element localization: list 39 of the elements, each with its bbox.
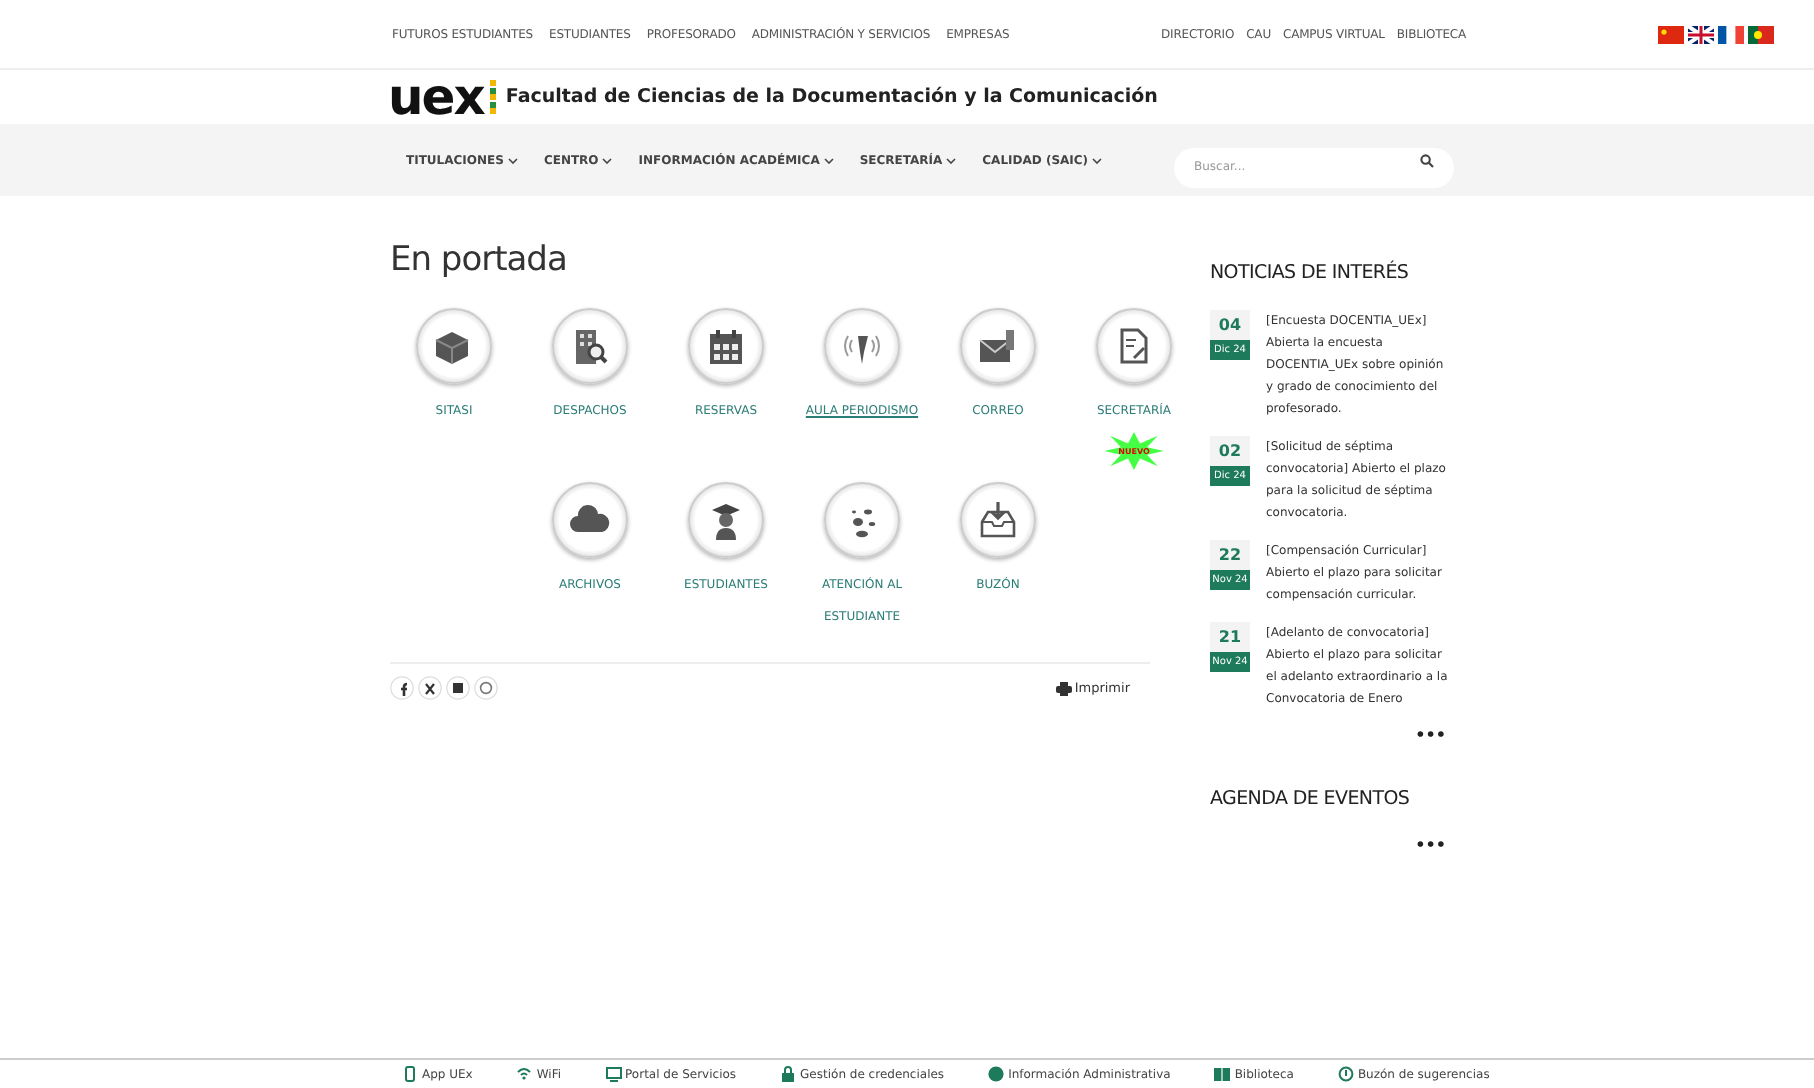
printer-icon (1056, 681, 1073, 695)
logo-text[interactable]: uex (388, 75, 484, 119)
more-link[interactable]: ••• (1210, 836, 1446, 854)
chevron-down-icon (507, 157, 518, 163)
flag-icon[interactable] (1688, 25, 1714, 43)
section-heading: En portada (390, 240, 569, 280)
shortcut-button[interactable] (688, 482, 764, 558)
shortcut-button[interactable] (688, 308, 764, 384)
book-icon (1214, 1066, 1231, 1082)
chevron-down-icon (602, 157, 613, 163)
shortcut-button[interactable] (824, 308, 900, 384)
chevron-down-icon (823, 157, 834, 163)
shortcut-button[interactable] (824, 482, 900, 558)
shortcut-button[interactable] (960, 308, 1036, 384)
chevron-down-icon (1092, 157, 1103, 163)
news-day: 04 (1210, 316, 1250, 334)
shortcut-button[interactable] (552, 482, 628, 558)
x-icon[interactable] (418, 676, 442, 700)
shortcut-button[interactable] (552, 308, 628, 384)
news-day: 22 (1210, 546, 1250, 564)
facebook-icon[interactable] (390, 676, 414, 700)
shortcut-button[interactable] (416, 308, 492, 384)
wifi-icon (516, 1066, 533, 1082)
shortcut-button[interactable] (960, 482, 1036, 558)
logo-stripe-icon (489, 80, 496, 114)
flag-icon[interactable] (1718, 25, 1744, 43)
more-link[interactable]: ••• (1210, 726, 1446, 744)
phone-icon (402, 1066, 418, 1082)
chevron-down-icon (946, 157, 957, 163)
search-icon[interactable] (1420, 153, 1434, 167)
faculty-title[interactable]: Facultad de Ciencias de la Documentación y la Comunicación (505, 86, 1158, 108)
news-day: 02 (1210, 442, 1250, 460)
lock-icon (780, 1066, 797, 1082)
events-heading: AGENDA DE EVENTOS (1210, 788, 1412, 810)
monitor-icon (605, 1066, 622, 1082)
news-heading: NOTICIAS DE INTERÉS (1210, 262, 1411, 284)
shortcut-button[interactable] (1096, 308, 1172, 384)
news-day: 21 (1210, 628, 1250, 646)
flag-icon[interactable] (1748, 25, 1774, 43)
